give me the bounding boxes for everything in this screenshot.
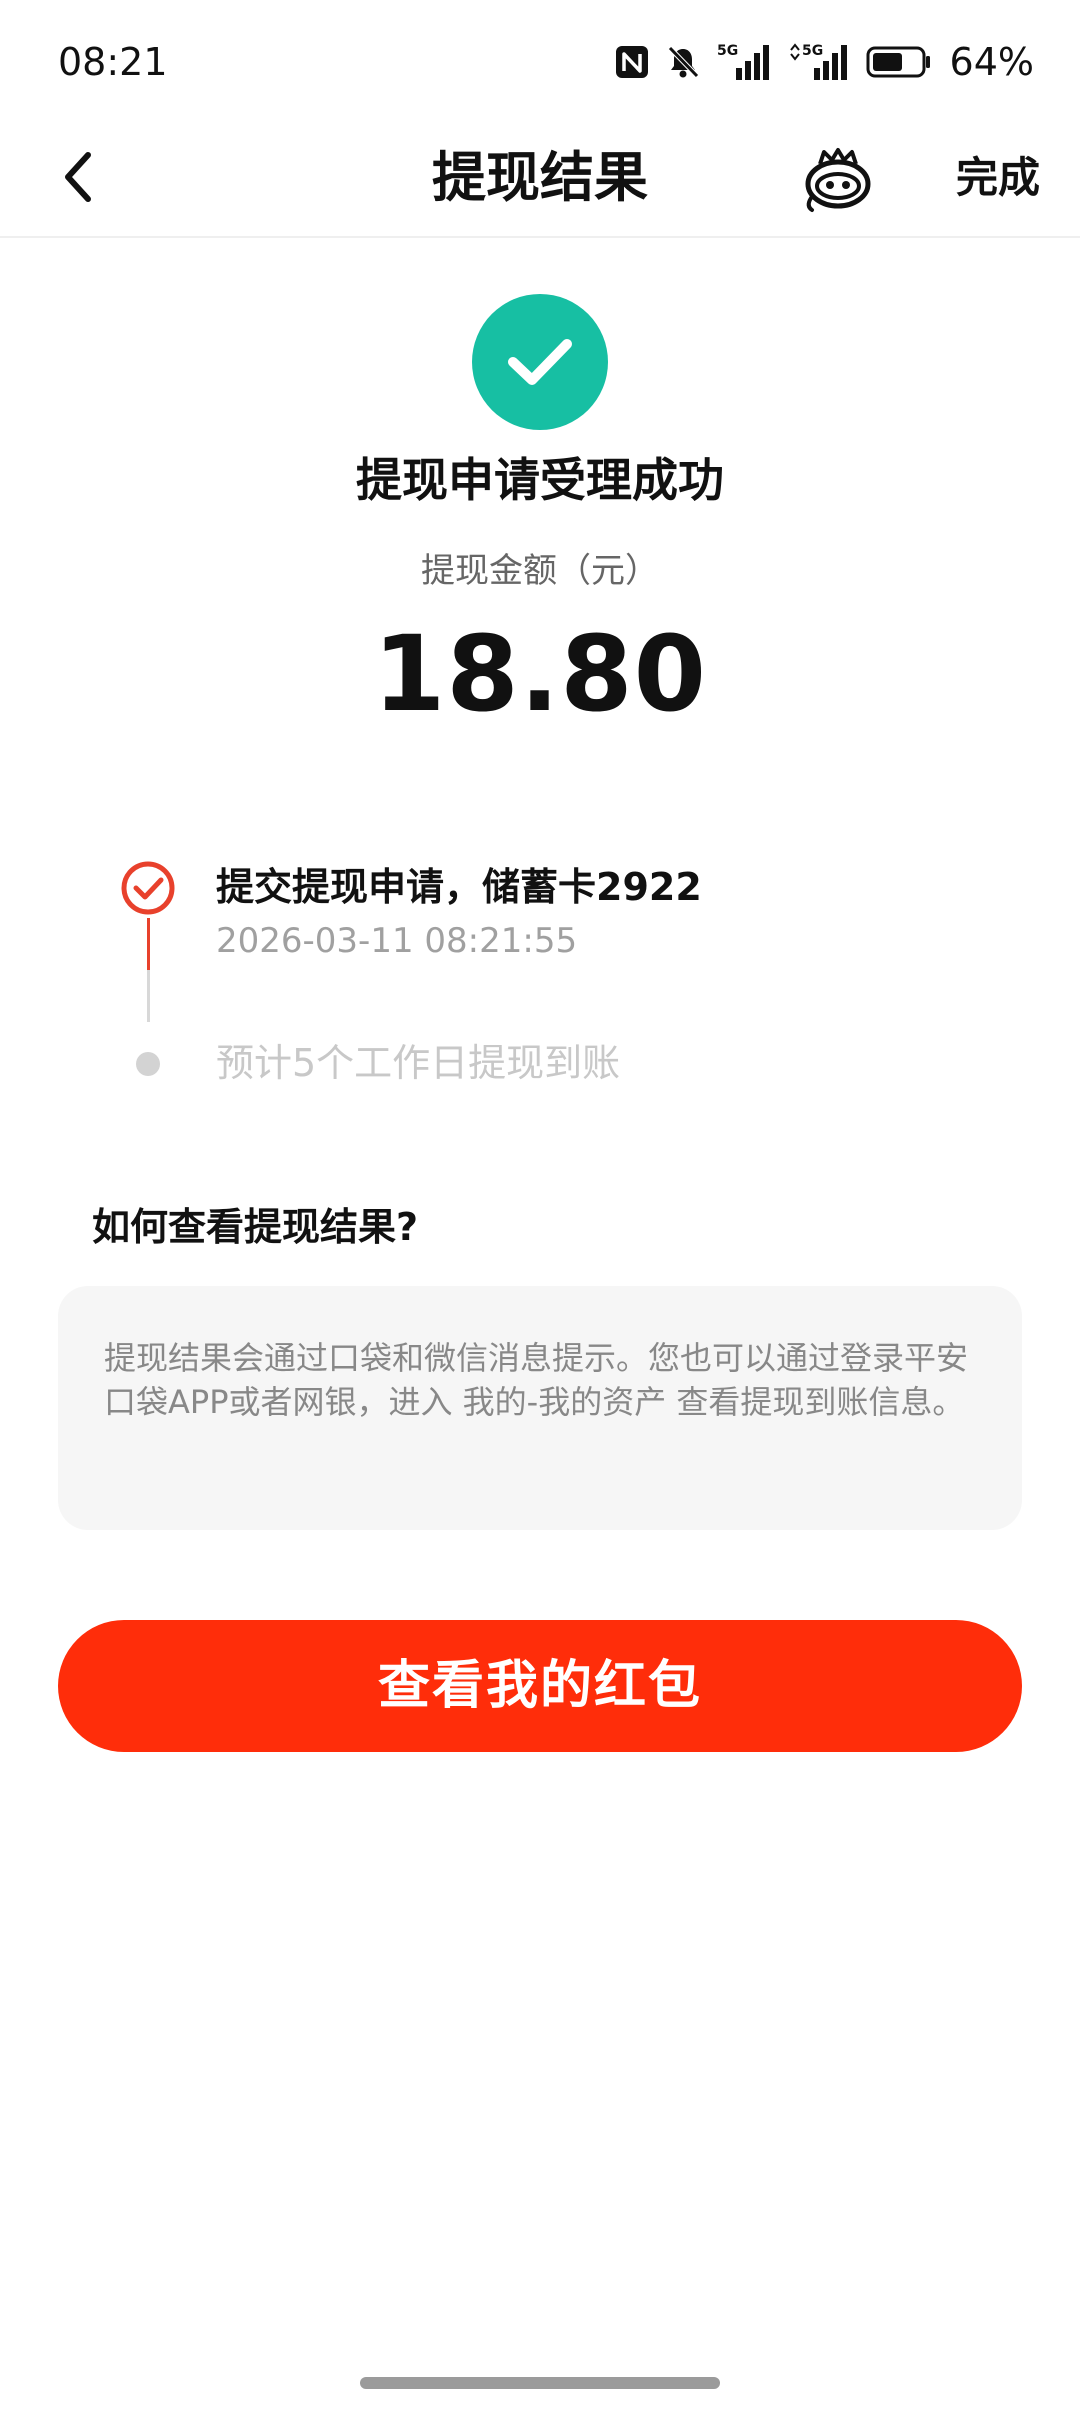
help-heading: 如何查看提现结果?	[92, 1205, 419, 1249]
status-icons: 5G 5G 64%	[614, 36, 1034, 88]
timeline-connector-done	[147, 918, 150, 970]
help-card: 提现结果会通过口袋和微信消息提示。您也可以通过登录平安口袋APP或者网银，进入 …	[58, 1286, 1022, 1530]
amount-label: 提现金额（元）	[421, 551, 659, 591]
timeline-connector-pending	[147, 970, 150, 1022]
nfc-icon	[614, 44, 650, 80]
step-1-title: 提交提现申请，储蓄卡2922	[216, 865, 702, 909]
network-type-label: 5G	[802, 43, 823, 59]
done-button[interactable]: 完成	[956, 146, 1040, 210]
home-indicator[interactable]	[360, 2377, 720, 2389]
signal-5g-icon: 5G	[716, 42, 774, 82]
status-bar: 08:21 5G 5G 64%	[0, 0, 1080, 120]
amount-value: 18.80	[373, 613, 707, 735]
page-title: 提现结果	[432, 146, 648, 209]
step-pending-dot	[136, 1052, 160, 1076]
bell-muted-icon	[664, 43, 702, 81]
battery-icon	[866, 45, 932, 79]
help-text: 提现结果会通过口袋和微信消息提示。您也可以通过登录平安口袋APP或者网银，进入 …	[104, 1339, 969, 1421]
assistant-mascot-icon	[798, 148, 878, 224]
network-type-label: 5G	[717, 43, 738, 59]
step-2-title: 预计5个工作日提现到账	[216, 1041, 621, 1085]
progress-timeline: 提交提现申请，储蓄卡2922 2026-03-11 08:21:55 预计5个工…	[0, 840, 1080, 1120]
battery-percent: 64%	[949, 40, 1034, 84]
step-1-time: 2026-03-11 08:21:55	[216, 921, 578, 961]
view-red-packet-button[interactable]: 查看我的红包	[58, 1620, 1022, 1752]
assistant-button[interactable]	[798, 140, 878, 220]
result-title: 提现申请受理成功	[356, 453, 724, 507]
step-done-icon	[120, 860, 176, 916]
signal-5g-icon: 5G	[788, 42, 852, 82]
status-time: 08:21	[58, 40, 168, 84]
nav-bar: 提现结果 完成	[0, 120, 1080, 238]
check-circle-icon	[472, 294, 608, 430]
